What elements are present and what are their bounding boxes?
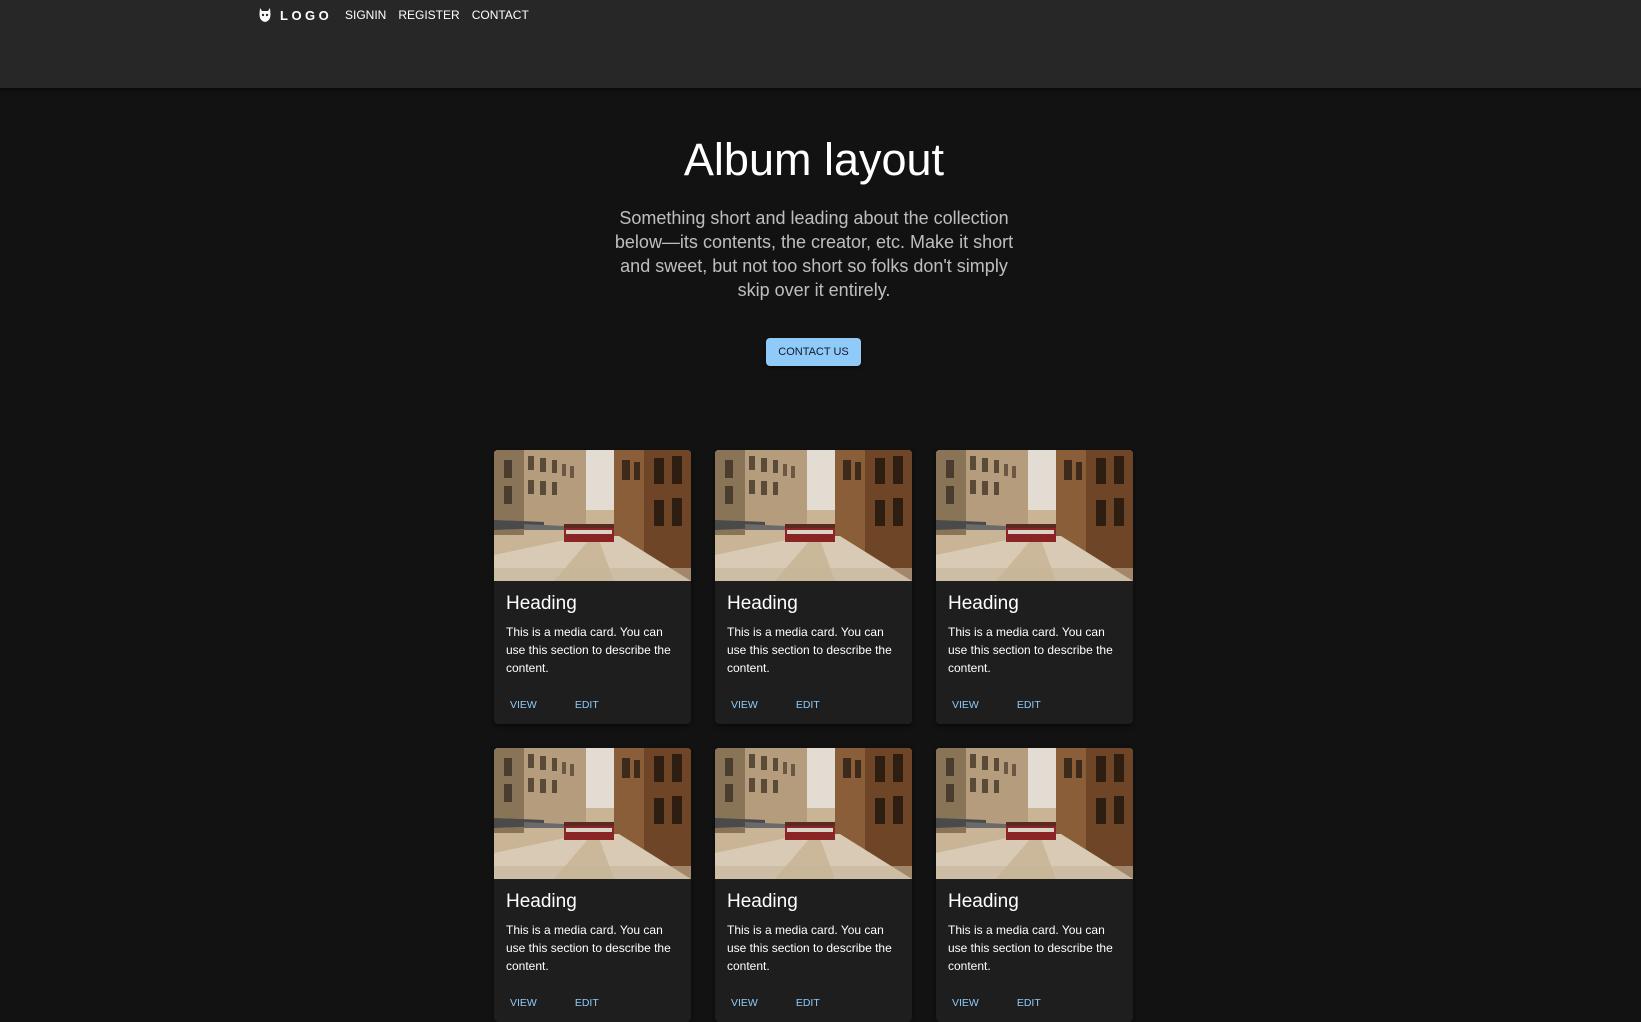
- card-heading: Heading: [948, 891, 1019, 912]
- view-button[interactable]: VIEW: [723, 695, 766, 715]
- card-image: [494, 748, 691, 879]
- media-card: Heading This is a media card. You can us…: [936, 450, 1133, 724]
- card-text: This is a media card. You can use this s…: [506, 923, 671, 973]
- card-image: [715, 748, 912, 879]
- media-card: Heading This is a media card. You can us…: [936, 748, 1133, 1022]
- nav-contact[interactable]: CONTACT: [472, 8, 529, 22]
- card-image: [936, 450, 1133, 581]
- view-button[interactable]: VIEW: [502, 695, 545, 715]
- view-button[interactable]: VIEW: [944, 993, 987, 1013]
- card-grid: Heading This is a media card. You can us…: [494, 450, 1134, 1022]
- view-button[interactable]: VIEW: [723, 993, 766, 1013]
- media-card: Heading This is a media card. You can us…: [494, 748, 691, 1022]
- page-title: Album layout: [683, 134, 945, 185]
- card-text: This is a media card. You can use this s…: [948, 625, 1113, 675]
- hero-subtitle: Something short and leading about the co…: [614, 208, 1014, 300]
- card-text: This is a media card. You can use this s…: [727, 625, 892, 675]
- app-bar: LOGO SIGNIN REGISTER CONTACT: [0, 0, 1641, 88]
- contact-us-button[interactable]: CONTACT US: [766, 338, 861, 366]
- card-text: This is a media card. You can use this s…: [506, 625, 671, 675]
- media-card: Heading This is a media card. You can us…: [715, 450, 912, 724]
- card-heading: Heading: [727, 891, 798, 912]
- edit-button[interactable]: EDIT: [788, 695, 828, 715]
- card-heading: Heading: [506, 593, 577, 614]
- logo[interactable]: LOGO: [258, 6, 332, 24]
- card-heading: Heading: [506, 891, 577, 912]
- view-button[interactable]: VIEW: [944, 695, 987, 715]
- mask-icon: [259, 8, 271, 22]
- edit-button[interactable]: EDIT: [788, 993, 828, 1013]
- card-text: This is a media card. You can use this s…: [727, 923, 892, 973]
- card-text: This is a media card. You can use this s…: [948, 923, 1113, 973]
- nav-signin[interactable]: SIGNIN: [345, 8, 386, 22]
- card-heading: Heading: [948, 593, 1019, 614]
- main-nav: SIGNIN REGISTER CONTACT: [345, 8, 541, 22]
- media-card: Heading This is a media card. You can us…: [715, 748, 912, 1022]
- edit-button[interactable]: EDIT: [1009, 695, 1049, 715]
- card-image: [936, 748, 1133, 879]
- edit-button[interactable]: EDIT: [1009, 993, 1049, 1013]
- card-heading: Heading: [727, 593, 798, 614]
- nav-register[interactable]: REGISTER: [398, 8, 459, 22]
- logo-text: LOGO: [280, 7, 333, 23]
- card-image: [715, 450, 912, 581]
- edit-button[interactable]: EDIT: [567, 993, 607, 1013]
- edit-button[interactable]: EDIT: [567, 695, 607, 715]
- view-button[interactable]: VIEW: [502, 993, 545, 1013]
- media-card: Heading This is a media card. You can us…: [494, 450, 691, 724]
- card-image: [494, 450, 691, 581]
